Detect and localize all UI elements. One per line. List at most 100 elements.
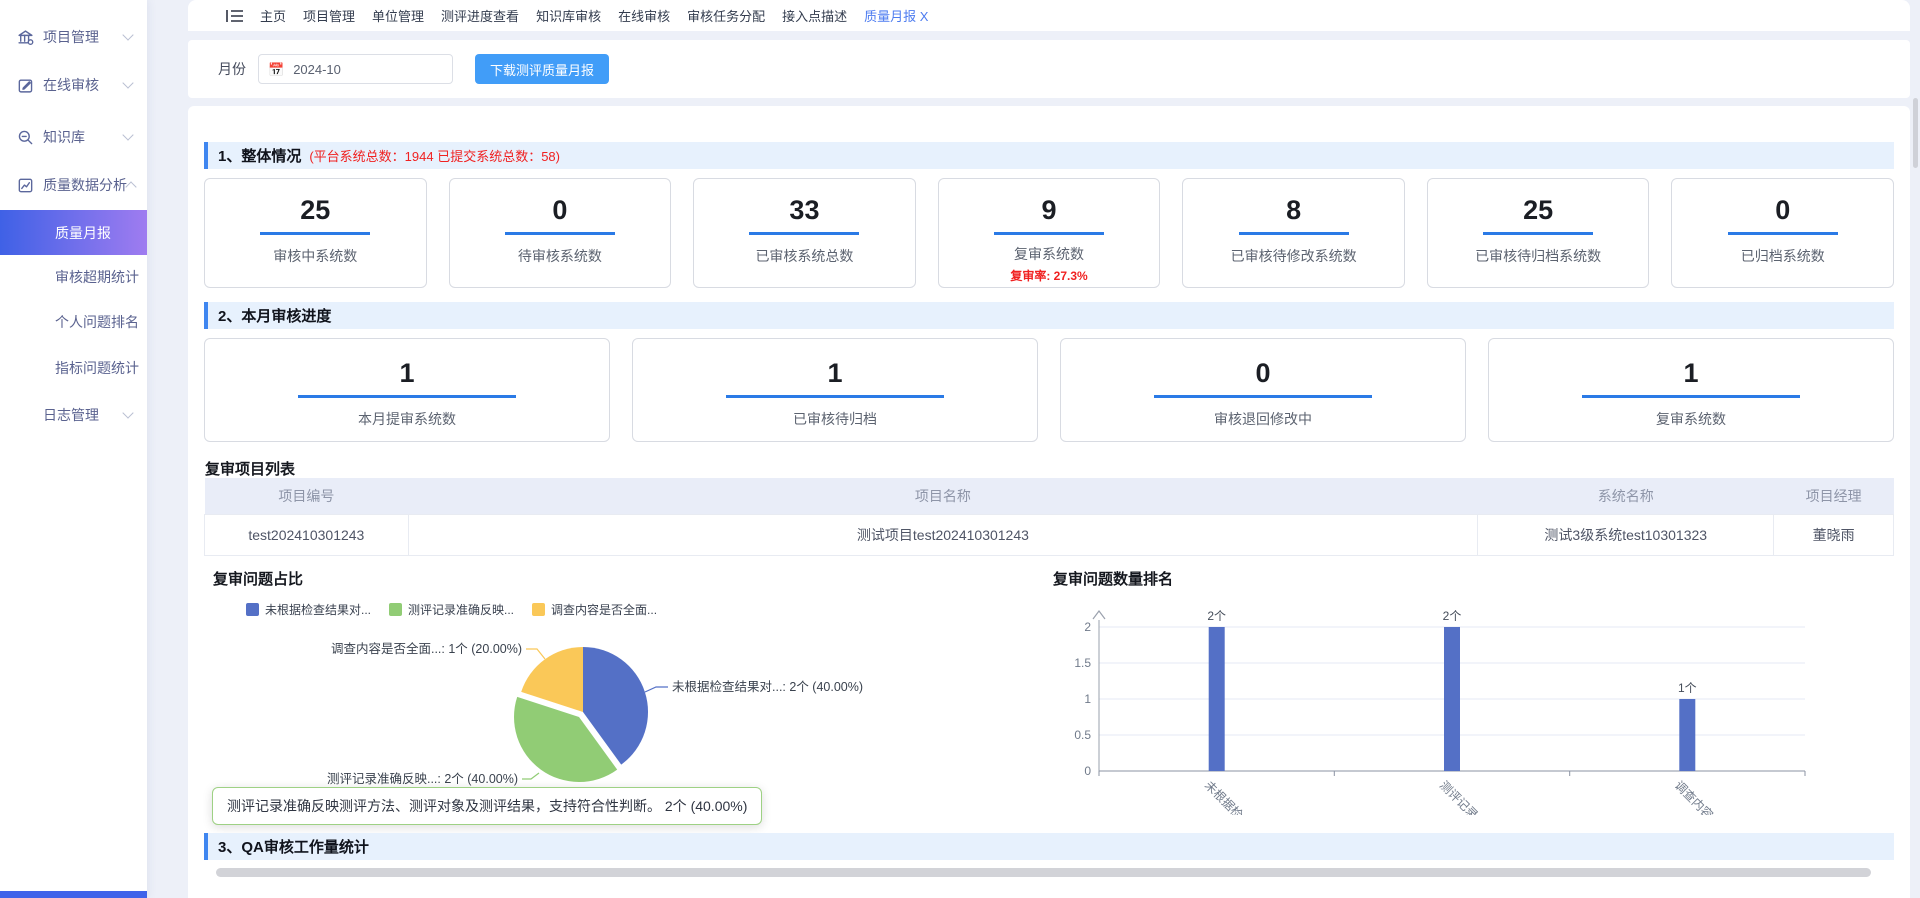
bar-chart[interactable]: 2 1.5 1 0.5 0 2个 2个 1个 未根据检... 测评记录... 调… [1053, 600, 1843, 815]
stat-underline [749, 232, 859, 235]
stat-underline [726, 395, 944, 398]
sidebar-item-indicator-issue-stats[interactable]: 指标问题统计 [0, 348, 147, 388]
sidebar-item-review-overdue-stats[interactable]: 审核超期统计 [0, 257, 147, 297]
section-header-month-progress: 2、本月审核进度 [204, 302, 1894, 329]
pie-label-green: 测评记录准确反映...: 2个 (40.00%) [327, 772, 518, 786]
sidebar-item-online-review[interactable]: 在线审核 [0, 65, 147, 105]
section-header-overall: 1、整体情况 (平台系统总数：1944 已提交系统总数：58) [204, 142, 1894, 169]
section-title: 1、整体情况 [218, 145, 301, 166]
chevron-up-icon [125, 181, 136, 192]
sidebar-item-knowledge-base[interactable]: 知识库 [0, 117, 147, 157]
vertical-scrollbar[interactable] [1913, 98, 1918, 168]
sidebar-item-quality-monthly-report[interactable]: 质量月报 [0, 210, 147, 255]
bar-value-label: 2个 [1443, 609, 1462, 623]
stat-value: 0 [1061, 358, 1465, 388]
pie-label-yellow: 调查内容是否全面...: 1个 (20.00%) [331, 641, 522, 656]
stat-label: 本月提审系统数 [205, 409, 609, 429]
stat-underline [1582, 395, 1800, 398]
stat-underline [298, 395, 516, 398]
re-review-rate: 复审率: 27.3% [939, 267, 1160, 284]
col-project-manager: 项目经理 [1774, 478, 1894, 515]
download-report-button[interactable]: 下载测评质量月报 [475, 54, 609, 84]
pie-leader-blue [645, 687, 668, 692]
tab-online-review[interactable]: 在线审核 [618, 6, 670, 25]
tab-eval-progress[interactable]: 测评进度查看 [441, 6, 519, 25]
month-picker[interactable]: 📅 [258, 54, 453, 84]
stat-card-reviewed-total: 33 已审核系统总数 [693, 178, 916, 288]
sidebar-item-log-management[interactable]: 日志管理 [0, 395, 147, 435]
sidebar-item-project-management[interactable]: 项目管理 [0, 17, 147, 57]
stat-card-pending-review: 0 待审核系统数 [449, 178, 672, 288]
tab-quality-monthly-report-active[interactable]: 质量月报 X [864, 6, 928, 25]
tab-project-management[interactable]: 项目管理 [303, 6, 355, 25]
section-title: 2、本月审核进度 [218, 305, 331, 326]
pie-label-blue: 未根据检查结果对...: 2个 (40.00%) [672, 679, 863, 694]
bar-1[interactable] [1209, 627, 1225, 771]
sidebar-item-quality-data-analysis[interactable]: 质量数据分析 [0, 165, 147, 205]
cell-project-id: test202410301243 [205, 515, 409, 556]
nav-tabs: 主页 项目管理 单位管理 测评进度查看 知识库审核 在线审核 审核任务分配 接入… [260, 6, 928, 25]
review-table-title: 复审项目列表 [205, 458, 295, 479]
sidebar-item-label: 指标问题统计 [55, 358, 139, 378]
month-input[interactable] [291, 61, 435, 78]
y-tick: 0 [1084, 764, 1091, 778]
bar-2[interactable] [1444, 627, 1460, 771]
overview-cards-row: 25 审核中系统数 0 待审核系统数 33 已审核系统总数 9 复审系统数 复审… [204, 178, 1894, 288]
x-category-label: 调查内容... [1672, 778, 1724, 815]
horizontal-scrollbar[interactable] [216, 868, 1871, 877]
tab-review-task-assign[interactable]: 审核任务分配 [687, 6, 765, 25]
stat-label: 复审系统数 [939, 244, 1160, 264]
stat-value: 9 [939, 195, 1160, 225]
tab-unit-management[interactable]: 单位管理 [372, 6, 424, 25]
calendar-icon: 📅 [268, 63, 284, 76]
bank-icon [17, 29, 34, 46]
sidebar-item-personal-issue-ranking[interactable]: 个人问题排名 [0, 302, 147, 342]
top-nav-bar: 主页 项目管理 单位管理 测评进度查看 知识库审核 在线审核 审核任务分配 接入… [188, 0, 1910, 31]
stat-card-month-returned: 0 审核退回修改中 [1060, 338, 1466, 442]
stat-underline [994, 232, 1104, 235]
calendar-icon [17, 407, 34, 424]
stat-value: 0 [1672, 195, 1893, 225]
chevron-down-icon [122, 29, 133, 40]
tab-access-point-desc[interactable]: 接入点描述 [782, 6, 847, 25]
col-project-id: 项目编号 [205, 478, 409, 515]
search-icon [17, 129, 34, 146]
table-header-row: 项目编号 项目名称 系统名称 项目经理 [205, 478, 1894, 515]
stat-card-reviewed-to-modify: 8 已审核待修改系统数 [1182, 178, 1405, 288]
x-axis-ticks [1099, 771, 1805, 776]
stat-value: 25 [1428, 195, 1649, 225]
bar-3[interactable] [1679, 699, 1695, 771]
chevron-down-icon [122, 129, 133, 140]
stat-card-reviewed-to-archive: 25 已审核待归档系统数 [1427, 178, 1650, 288]
tab-knowledge-review[interactable]: 知识库审核 [536, 6, 601, 25]
collapse-menu-icon[interactable] [226, 9, 244, 23]
report-content-panel: 1、整体情况 (平台系统总数：1944 已提交系统总数：58) 25 审核中系统… [188, 106, 1910, 898]
table-row[interactable]: test202410301243 测试项目test202410301243 测试… [205, 515, 1894, 556]
stat-label: 待审核系统数 [450, 246, 671, 266]
tab-home[interactable]: 主页 [260, 6, 286, 25]
section-title: 3、QA审核工作量统计 [218, 836, 369, 857]
bar-value-label: 2个 [1207, 609, 1226, 623]
edit-icon [17, 77, 34, 94]
y-tick: 1.5 [1074, 656, 1091, 670]
pie-tooltip: 测评记录准确反映测评方法、测评对象及测评结果，支持符合性判断。 2个 (40.0… [212, 787, 762, 825]
stat-value: 33 [694, 195, 915, 225]
sidebar-item-label: 质量数据分析 [43, 175, 127, 195]
sidebar-item-label: 质量月报 [55, 223, 111, 243]
sidebar-item-label: 审核超期统计 [55, 267, 139, 287]
sidebar-bottom-accent [0, 891, 147, 898]
sidebar: 项目管理 在线审核 知识库 质量数据分析 质量月报 [0, 0, 147, 898]
chevron-down-icon [122, 77, 133, 88]
month-filter-panel: 月份 📅 下载测评质量月报 [188, 40, 1910, 98]
y-axis-arrow-icon [1093, 611, 1105, 619]
quality-monthly-report-page: 项目管理 在线审核 知识库 质量数据分析 质量月报 [0, 0, 1920, 898]
stat-card-month-reviewed-to-archive: 1 已审核待归档 [632, 338, 1038, 442]
stat-card-month-submitted: 1 本月提审系统数 [204, 338, 610, 442]
stat-underline [1483, 232, 1593, 235]
month-cards-row: 1 本月提审系统数 1 已审核待归档 0 审核退回修改中 1 复审系统数 [204, 338, 1894, 442]
stat-value: 1 [633, 358, 1037, 388]
stat-value: 8 [1183, 195, 1404, 225]
stat-value: 1 [205, 358, 609, 388]
stat-underline [1154, 395, 1372, 398]
chart-icon [17, 177, 34, 194]
